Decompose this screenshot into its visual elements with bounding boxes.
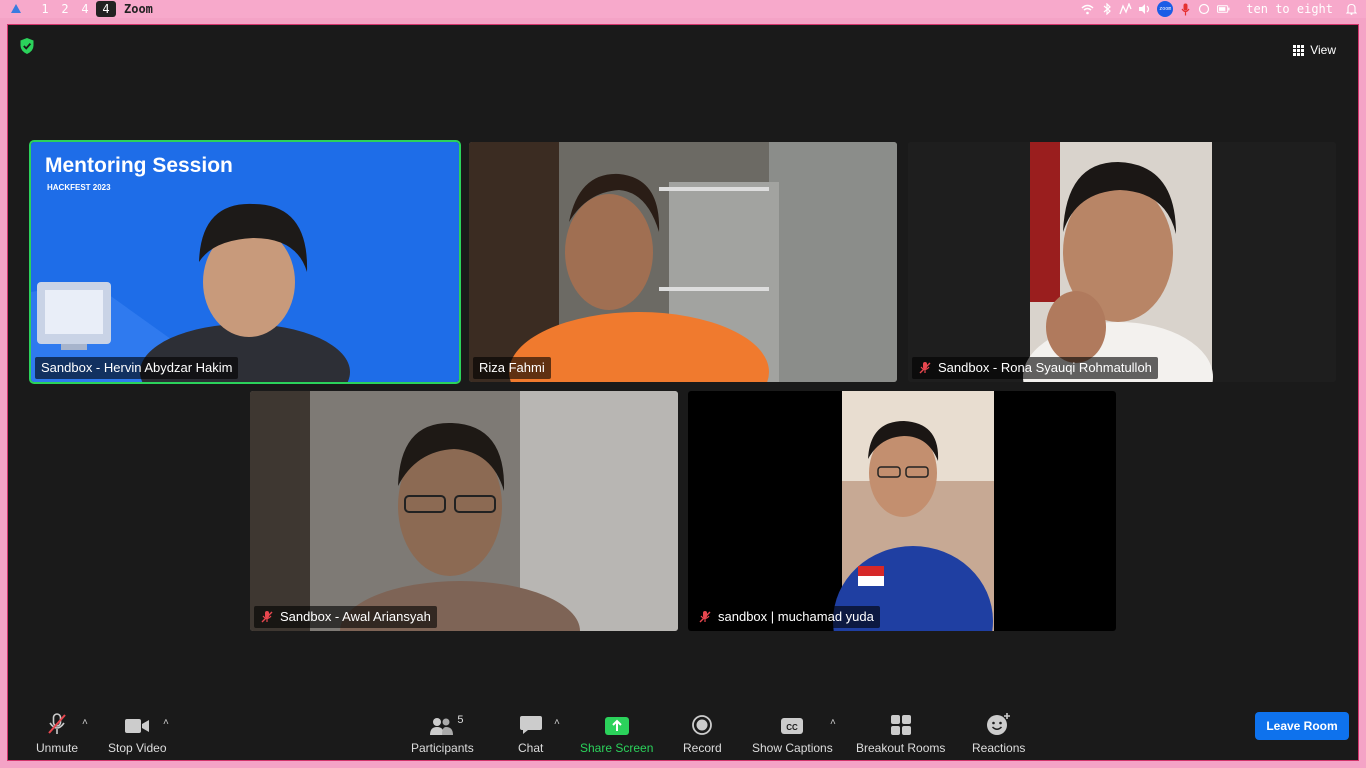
microphone-in-use-icon[interactable] [1179,3,1192,16]
show-captions-button[interactable]: CC Show Captions [752,712,833,756]
chat-button[interactable]: Chat [518,712,543,756]
workspace-4[interactable]: 4 [78,1,92,17]
video-tile-1[interactable]: Mentoring Session HACKFEST 2023 Sandbox … [29,140,461,384]
app-menu-icon[interactable] [10,3,22,15]
chat-bubble-icon [519,716,542,734]
participant-name-label: Sandbox - Rona Syauqi Rohmatulloh [912,357,1158,379]
bluetooth-icon[interactable] [1100,3,1113,16]
grid-view-icon [1293,44,1305,56]
system-top-bar: 1 2 4 4 Zoom zoom ten to eight [0,0,1366,18]
record-icon [692,715,713,735]
shield-check-icon[interactable] [19,37,35,55]
participants-button[interactable]: 5 Participants [411,712,474,756]
svg-text:CC: CC [787,723,799,732]
network-activity-icon[interactable] [1119,3,1132,16]
view-label: View [1310,43,1336,57]
share-screen-button[interactable]: Share Screen [580,712,653,756]
video-tile-3[interactable]: Sandbox - Rona Syauqi Rohmatulloh [908,142,1336,382]
participant-video [688,391,1116,631]
notification-bell-icon[interactable] [1345,3,1358,16]
slide-title: Mentoring Session [45,154,233,177]
battery-icon[interactable] [1217,3,1230,16]
workspace-1[interactable]: 1 [38,1,52,17]
participant-name: sandbox | muchamad yuda [718,609,874,624]
stop-video-label: Stop Video [108,741,167,755]
stop-video-button[interactable]: Stop Video [108,712,167,756]
video-tile-5[interactable]: sandbox | muchamad yuda [688,391,1116,631]
view-button[interactable]: View [1289,39,1340,61]
video-tile-4[interactable]: Sandbox - Awal Ariansyah [250,391,678,631]
breakout-rooms-label: Breakout Rooms [856,741,946,755]
microphone-muted-icon [261,611,273,623]
participant-name-label: Sandbox - Awal Ariansyah [254,606,437,628]
workspace-active[interactable]: 4 [96,1,116,17]
unmute-button[interactable]: Unmute [36,712,78,756]
workspace-2[interactable]: 2 [58,1,72,17]
show-captions-label: Show Captions [752,741,833,755]
participants-count: 5 [457,714,464,726]
share-screen-label: Share Screen [580,741,654,755]
leave-room-button[interactable]: Leave Room [1255,712,1349,740]
microphone-muted-icon [48,713,66,734]
breakout-rooms-icon [890,715,911,735]
participant-video [31,142,459,382]
wifi-icon[interactable] [1081,3,1094,16]
breakout-rooms-button[interactable]: Breakout Rooms [856,712,945,756]
share-screen-icon [604,717,629,735]
participant-name: Sandbox - Rona Syauqi Rohmatulloh [938,360,1152,375]
participants-icon [430,718,454,735]
participant-name-label: sandbox | muchamad yuda [692,606,880,628]
video-camera-icon [125,719,150,733]
participant-name-label: Riza Fahmi [473,357,551,379]
participant-name: Sandbox - Awal Ariansyah [280,609,431,624]
microphone-muted-icon [919,362,931,374]
reactions-label: Reactions [972,741,1026,755]
system-tray: zoom ten to eight [1081,0,1358,18]
record-label: Record [683,741,722,755]
chat-label: Chat [518,741,544,755]
video-options-chevron-up-icon[interactable]: ˄ [163,718,173,728]
participant-video [908,142,1336,382]
participant-name-label: Sandbox - Hervin Abydzar Hakim [35,357,239,379]
chat-options-chevron-up-icon[interactable]: ˄ [554,718,564,728]
zoom-tray-icon[interactable]: zoom [1157,1,1174,17]
volume-icon[interactable] [1138,3,1151,16]
window-title: Zoom [124,2,153,16]
reactions-button[interactable]: Reactions [972,712,1025,756]
closed-captions-icon: CC [781,718,804,734]
microphone-muted-icon [699,611,711,623]
participant-name: Sandbox - Hervin Abydzar Hakim [41,360,233,375]
zoom-meeting-window: View Mentoring Session HACKFEST 2023 San… [7,24,1359,761]
captions-options-chevron-up-icon[interactable]: ˄ [830,718,840,728]
meeting-toolbar: Unmute ˄ Stop Video ˄ 5 Participants Cha… [8,708,1358,760]
participants-label: Participants [411,741,474,755]
record-button[interactable]: Record [683,712,722,756]
audio-options-chevron-up-icon[interactable]: ˄ [82,718,92,728]
participant-video [250,391,678,631]
night-mode-icon[interactable] [1198,3,1211,16]
slide-subtitle: HACKFEST 2023 [47,183,111,192]
participant-name: Riza Fahmi [479,360,545,375]
unmute-label: Unmute [36,741,79,755]
participant-video [469,142,897,382]
video-tile-2[interactable]: Riza Fahmi [469,142,897,382]
clock[interactable]: ten to eight [1246,2,1333,16]
reactions-smiley-icon [986,713,1010,735]
